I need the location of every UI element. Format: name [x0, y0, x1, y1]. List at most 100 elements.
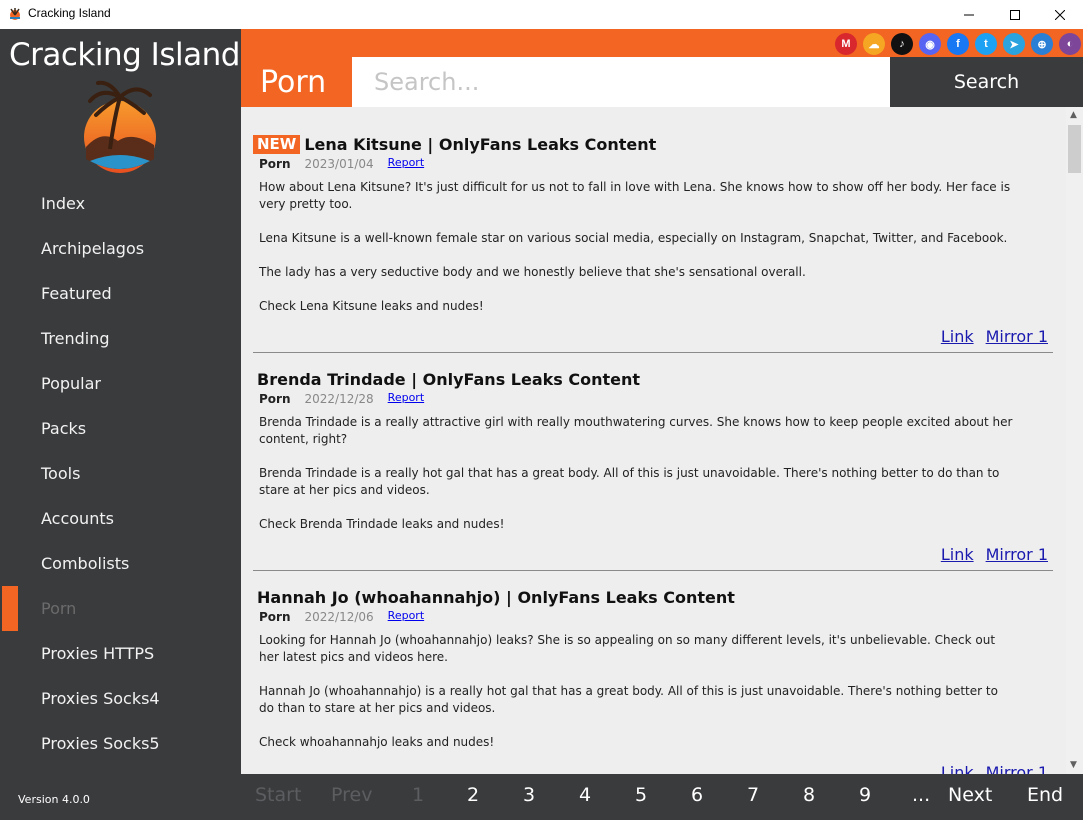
- search-input[interactable]: [352, 57, 890, 107]
- maximize-icon: [1010, 9, 1020, 20]
- scrollbar-thumb[interactable]: [1068, 125, 1081, 173]
- mirror-link[interactable]: Mirror 1: [986, 327, 1048, 346]
- post-paragraph: Brenda Trindade is a really attractive g…: [259, 415, 1013, 446]
- report-link[interactable]: Report: [388, 609, 424, 622]
- sidebar-item-accounts[interactable]: Accounts: [0, 496, 241, 541]
- cloud-icon[interactable]: ☁: [863, 33, 885, 55]
- sidebar-item-index[interactable]: Index: [0, 181, 241, 226]
- post-paragraph: Check Brenda Trindade leaks and nudes!: [259, 517, 505, 531]
- app-logo-icon: [10, 8, 20, 20]
- post-date: 2022/12/06: [304, 610, 374, 624]
- page-7-button[interactable]: 7: [747, 784, 759, 806]
- post-body: How about Lena Kitsune? It's just diffic…: [253, 179, 1013, 315]
- sidebar-item-popular[interactable]: Popular: [0, 361, 241, 406]
- post-item: Hannah Jo (whoahannahjo) | OnlyFans Leak…: [253, 587, 1053, 775]
- page-5-button[interactable]: 5: [635, 784, 647, 806]
- post-body: Brenda Trindade is a really attractive g…: [253, 414, 1013, 533]
- download-link[interactable]: Link: [941, 545, 974, 564]
- page-8-button[interactable]: 8: [803, 784, 815, 806]
- post-category: Porn: [259, 392, 291, 406]
- post-title[interactable]: Lena Kitsune | OnlyFans Leaks Content: [304, 135, 656, 154]
- sidebar-item-porn[interactable]: Porn: [0, 586, 241, 631]
- post-paragraph: Looking for Hannah Jo (whoahannahjo) lea…: [259, 633, 996, 664]
- page-6-button[interactable]: 6: [691, 784, 703, 806]
- sidebar-item-label: Accounts: [41, 509, 114, 528]
- sidebar-item-combolists[interactable]: Combolists: [0, 541, 241, 586]
- sidebar-item-label: Featured: [41, 284, 112, 303]
- sidebar-item-archipelagos[interactable]: Archipelagos: [0, 226, 241, 271]
- post-category: Porn: [259, 610, 291, 624]
- page-3-button[interactable]: 3: [523, 784, 535, 806]
- close-button[interactable]: [1037, 0, 1083, 29]
- sidebar-item-tools[interactable]: Tools: [0, 451, 241, 496]
- twitter-icon[interactable]: t: [975, 33, 997, 55]
- scroll-down-icon[interactable]: ▼: [1070, 761, 1079, 770]
- sidebar-item-packs[interactable]: Packs: [0, 406, 241, 451]
- page-1-button[interactable]: 1: [412, 784, 424, 806]
- post-paragraph: Brenda Trindade is a really hot gal that…: [259, 466, 1000, 497]
- sidebar-item-label: Proxies Socks4: [41, 689, 160, 708]
- tor-icon[interactable]: ◐: [1059, 33, 1081, 55]
- sidebar-item-proxies-socks5[interactable]: Proxies Socks5: [0, 721, 241, 766]
- page-start-button[interactable]: Start: [255, 784, 301, 806]
- new-badge: NEW: [253, 134, 301, 154]
- search-button[interactable]: Search: [890, 57, 1083, 107]
- page-ellipsis: ...: [912, 784, 931, 806]
- post-divider: [253, 570, 1053, 571]
- island-logo-icon: [84, 80, 156, 173]
- sidebar-item-label: Proxies HTTPS: [41, 644, 155, 663]
- window-titlebar: Cracking Island: [0, 0, 1083, 29]
- sidebar-item-trending[interactable]: Trending: [0, 316, 241, 361]
- window-title: Cracking Island: [28, 6, 111, 20]
- content-scrollbar[interactable]: ▲ ▼: [1066, 107, 1083, 774]
- sidebar-item-label: Porn: [41, 599, 77, 618]
- mirror-link[interactable]: Mirror 1: [986, 763, 1048, 774]
- post-item: Brenda Trindade | OnlyFans Leaks Content…: [253, 369, 1053, 571]
- discord-icon[interactable]: ◉: [919, 33, 941, 55]
- sidebar-item-label: Popular: [41, 374, 101, 393]
- sidebar-item-proxies-socks4[interactable]: Proxies Socks4: [0, 676, 241, 721]
- scroll-up-icon[interactable]: ▲: [1070, 111, 1079, 120]
- sidebar-item-featured[interactable]: Featured: [0, 271, 241, 316]
- post-paragraph: Hannah Jo (whoahannahjo) is a really hot…: [259, 684, 998, 715]
- tiktok-icon[interactable]: ♪: [891, 33, 913, 55]
- minimize-icon: [964, 14, 974, 15]
- sidebar-item-label: Index: [41, 194, 86, 213]
- post-title[interactable]: Hannah Jo (whoahannahjo) | OnlyFans Leak…: [253, 588, 735, 607]
- page-end-button[interactable]: End: [1027, 784, 1063, 806]
- brand-title: Cracking Island: [9, 37, 240, 73]
- sidebar-item-label: Trending: [41, 329, 110, 348]
- close-icon: [1055, 9, 1065, 20]
- page-9-button[interactable]: 9: [859, 784, 871, 806]
- post-list: NEW Lena Kitsune | OnlyFans Leaks Conten…: [241, 107, 1066, 774]
- maximize-button[interactable]: [992, 0, 1038, 29]
- post-paragraph: The lady has a very seductive body and w…: [259, 265, 806, 279]
- facebook-icon[interactable]: f: [947, 33, 969, 55]
- sidebar-item-label: Archipelagos: [41, 239, 145, 258]
- telegram-icon[interactable]: ➤: [1003, 33, 1025, 55]
- sidebar-item-label: Combolists: [41, 554, 130, 573]
- post-paragraph: How about Lena Kitsune? It's just diffic…: [259, 180, 1011, 211]
- sidebar-item-proxies-https[interactable]: Proxies HTTPS: [0, 631, 241, 676]
- download-link[interactable]: Link: [941, 763, 974, 774]
- post-paragraph: Check whoahannahjo leaks and nudes!: [259, 735, 495, 749]
- globe-icon[interactable]: ⊕: [1031, 33, 1053, 55]
- page-2-button[interactable]: 2: [467, 784, 479, 806]
- sidebar: Cracking Island Index Archipelagos Featu…: [0, 29, 241, 820]
- sidebar-item-label: Tools: [41, 464, 81, 483]
- mega-icon[interactable]: M: [835, 33, 857, 55]
- page-4-button[interactable]: 4: [579, 784, 591, 806]
- page-prev-button[interactable]: Prev: [331, 784, 372, 806]
- mirror-link[interactable]: Mirror 1: [986, 545, 1048, 564]
- minimize-button[interactable]: [946, 0, 992, 29]
- category-title: Porn: [241, 57, 352, 107]
- post-category: Porn: [259, 157, 291, 171]
- report-link[interactable]: Report: [388, 391, 424, 404]
- post-date: 2022/12/28: [304, 392, 374, 406]
- report-link[interactable]: Report: [388, 156, 424, 169]
- page-next-button[interactable]: Next: [948, 784, 992, 806]
- active-indicator: [2, 586, 18, 631]
- download-link[interactable]: Link: [941, 327, 974, 346]
- post-title[interactable]: Brenda Trindade | OnlyFans Leaks Content: [253, 370, 640, 389]
- post-date: 2023/01/04: [304, 157, 374, 171]
